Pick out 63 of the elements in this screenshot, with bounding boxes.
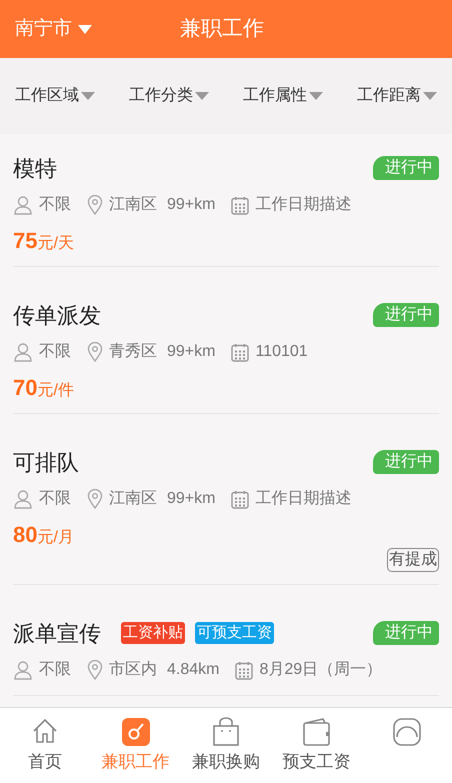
gender-requirement: 不限: [39, 195, 71, 215]
distance: 99+km: [167, 489, 216, 509]
job-listing[interactable]: 派单宣传 工资补贴 可预支工资 进行中 不限 市区内 4.84km 8月29日（周一）: [13, 609, 439, 696]
job-title: 派单宣传: [13, 620, 101, 648]
wallet-icon: [301, 717, 332, 747]
job-listing[interactable]: 传单派发 进行中 不限 青秀区 99+km 110101 70元/件: [13, 291, 439, 414]
profile-icon: [392, 717, 422, 747]
shopping-bag-icon: [210, 717, 241, 747]
job-tag: 工资补贴: [121, 622, 185, 644]
work-area: 青秀区: [109, 340, 157, 364]
job-tag: 可预支工资: [195, 622, 274, 644]
job-listing[interactable]: 可排队 进行中 不限 江南区 99+km 工作日期描述 80元/月 有提成: [13, 438, 439, 585]
compass-icon: [120, 717, 151, 747]
person-icon: [13, 195, 33, 215]
distance: 99+km: [167, 195, 216, 215]
work-area: 江南区: [109, 193, 157, 217]
location-pin-icon: [87, 660, 103, 680]
work-area: 江南区: [109, 487, 157, 511]
gender-requirement: 不限: [39, 489, 71, 509]
job-title: 传单派发: [13, 302, 101, 330]
gender-requirement: 不限: [39, 342, 71, 362]
nav-tab[interactable]: 预支工资: [271, 708, 362, 783]
work-area: 市区内: [109, 658, 157, 682]
distance: 4.84km: [167, 660, 220, 680]
dropdown-icon: [195, 92, 209, 100]
calendar-icon: [231, 342, 250, 362]
nav-tab[interactable]: 首页: [0, 708, 90, 783]
calendar-icon: [231, 196, 250, 214]
page-title: 兼职工作: [180, 16, 264, 42]
dropdown-icon: [309, 92, 323, 100]
status-badge: 进行中: [373, 156, 439, 180]
calendar-icon: [235, 660, 254, 680]
salary: 70元/件: [13, 374, 75, 401]
work-date: 工作日期描述: [255, 488, 352, 509]
distance: 99+km: [167, 342, 216, 362]
status-badge: 进行中: [373, 621, 439, 645]
salary: 75元/天: [13, 227, 75, 254]
job-title: 可排队: [13, 448, 79, 476]
nav-tab[interactable]: 兼职换购: [180, 708, 272, 783]
salary: 80元/月: [13, 521, 75, 548]
location-pin-icon: [87, 489, 103, 509]
filter-dropdown[interactable]: 工作距离: [357, 84, 437, 108]
work-date: 工作日期描述: [255, 194, 352, 215]
filter-dropdown[interactable]: 工作属性: [243, 84, 323, 108]
filter-dropdown[interactable]: 工作区域: [15, 84, 95, 108]
person-icon: [13, 660, 33, 680]
gender-requirement: 不限: [39, 660, 71, 680]
status-badge: 进行中: [373, 450, 439, 474]
filter-dropdown[interactable]: 工作分类: [129, 84, 209, 108]
calendar-icon: [231, 490, 250, 508]
location-pin-icon: [87, 195, 103, 215]
dropdown-icon: [78, 24, 92, 34]
work-date: 110101: [255, 342, 308, 362]
location-pin-icon: [87, 342, 103, 362]
status-badge: 进行中: [373, 303, 439, 327]
work-date: 8月29日（周一）: [259, 660, 382, 680]
commission-badge: 有提成: [387, 548, 439, 572]
person-icon: [13, 489, 33, 509]
job-title: 模特: [13, 154, 57, 182]
person-icon: [13, 342, 33, 362]
dropdown-icon: [81, 92, 95, 100]
job-listing[interactable]: 模特 进行中 不限 江南区 99+km 工作日期描述 75元/天: [13, 144, 439, 267]
dropdown-icon: [423, 92, 437, 100]
